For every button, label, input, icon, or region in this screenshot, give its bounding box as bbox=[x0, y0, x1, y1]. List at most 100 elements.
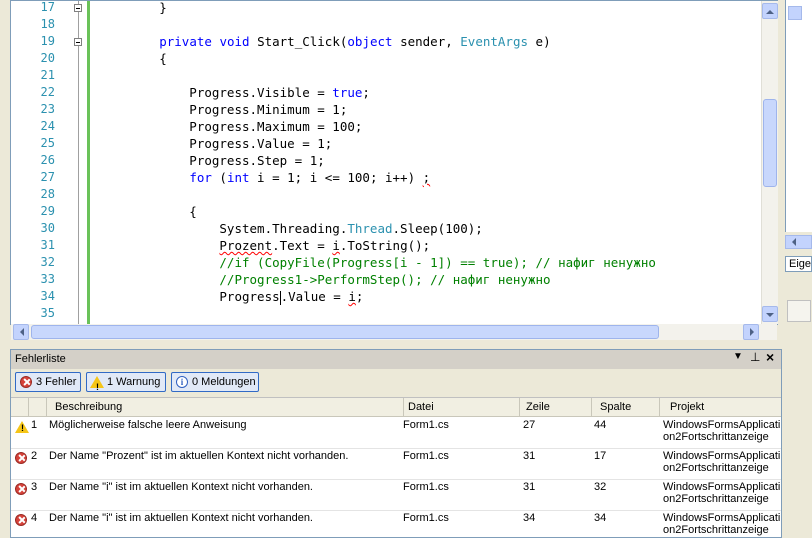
code-token: int bbox=[226, 170, 250, 185]
scroll-right-button[interactable] bbox=[743, 324, 759, 340]
messages-filter-button[interactable]: i 0 Meldungen bbox=[171, 372, 259, 392]
error-row[interactable]: 2 Der Name "Prozent" ist im aktuellen Kon… bbox=[11, 448, 781, 480]
code-token-error: ; bbox=[422, 170, 431, 185]
error-icon bbox=[15, 483, 27, 495]
error-row[interactable]: 3 Der Name "i" ist im aktuellen Kontext n… bbox=[11, 479, 781, 511]
errors-filter-label: 3 Fehler bbox=[36, 376, 77, 388]
code-line[interactable]: //Progress1->PerformStep(); // нафиг нен… bbox=[99, 271, 551, 288]
code-token: //Progress1->PerformStep(); // нафиг нен… bbox=[99, 272, 551, 287]
error-file: Form1.cs bbox=[403, 481, 449, 493]
error-project-cont: on2Fortschrittanzeige bbox=[663, 493, 769, 505]
code-line[interactable]: { bbox=[99, 50, 167, 67]
header-file[interactable]: Datei bbox=[404, 398, 520, 416]
warnings-filter-button[interactable]: ! 1 Warnung bbox=[86, 372, 166, 392]
arrow-left-icon bbox=[788, 238, 796, 246]
error-description: Möglicherweise falsche leere Anweisung bbox=[49, 419, 247, 431]
code-token: { bbox=[99, 51, 167, 66]
code-token: .Sleep(100); bbox=[392, 221, 483, 236]
code-line[interactable]: { bbox=[99, 203, 197, 220]
scroll-down-button[interactable] bbox=[762, 306, 778, 322]
error-column: 44 bbox=[594, 419, 607, 431]
vertical-scrollbar[interactable] bbox=[761, 1, 778, 324]
horizontal-scrollbar[interactable] bbox=[11, 324, 777, 340]
scroll-thumb[interactable] bbox=[763, 99, 777, 187]
scroll-left-button[interactable] bbox=[13, 324, 29, 340]
code-line[interactable]: Progress.Maximum = 100; bbox=[99, 118, 362, 135]
code-line[interactable]: Prozent.Text = i.ToString(); bbox=[99, 237, 430, 254]
code-line[interactable]: } bbox=[99, 0, 167, 16]
close-icon[interactable]: × bbox=[766, 349, 774, 365]
collapse-toggle-icon[interactable] bbox=[74, 4, 82, 12]
right-tool-panel: Eiger bbox=[785, 0, 812, 538]
pin-icon[interactable]: ⊥ bbox=[750, 350, 760, 364]
code-line[interactable]: for (int i = 1; i <= 100; i++) ; bbox=[99, 169, 430, 186]
properties-toolbar-button[interactable] bbox=[787, 300, 811, 322]
code-line[interactable]: private void Start_Click(object sender, … bbox=[99, 33, 550, 50]
code-token: Progress.Value = 1; bbox=[99, 136, 333, 151]
error-project-cont: on2Fortschrittanzeige bbox=[663, 431, 769, 443]
warning-icon: ! bbox=[90, 376, 104, 392]
code-token: sender, bbox=[392, 34, 461, 49]
header-project[interactable]: Projekt bbox=[660, 398, 781, 416]
code-token: .ToString(); bbox=[339, 238, 431, 253]
error-row[interactable]: 4 Der Name "i" ist im aktuellen Kontext n… bbox=[11, 510, 781, 537]
code-line[interactable]: Progress.Value = i; bbox=[99, 288, 363, 305]
scroll-up-button[interactable] bbox=[762, 3, 778, 19]
error-icon bbox=[20, 376, 32, 388]
code-editor[interactable]: 17 18 19 20 21 22 23 24 25 26 27 28 29 30 31 32 33 34 35 }… bbox=[10, 0, 778, 340]
code-line[interactable]: Progress.Visible = true; bbox=[99, 84, 370, 101]
panel-menu-icon[interactable]: ▼ bbox=[733, 351, 743, 362]
code-token: void bbox=[219, 34, 250, 49]
code-token: EventArgs bbox=[460, 34, 529, 49]
error-description: Der Name "i" ist im aktuellen Kontext ni… bbox=[49, 512, 313, 524]
code-line[interactable]: Progress.Value = 1; bbox=[99, 135, 332, 152]
code-line[interactable]: Progress.Step = 1; bbox=[99, 152, 325, 169]
error-row[interactable]: ! 1 Möglicherweise falsche leere Anweisung… bbox=[11, 417, 781, 449]
error-number: 4 bbox=[31, 512, 38, 524]
hscroll-thumb[interactable] bbox=[31, 325, 659, 339]
code-token: Thread bbox=[347, 221, 393, 236]
code-line[interactable]: //if (CopyFile(Progress[i - 1]) == true)… bbox=[99, 254, 656, 271]
code-token: private bbox=[159, 34, 212, 49]
error-project: WindowsFormsApplicati bbox=[663, 512, 781, 524]
header-column[interactable]: Spalte bbox=[592, 398, 660, 416]
code-token: } bbox=[99, 0, 167, 15]
code-token: Progress.Minimum = 1; bbox=[99, 102, 348, 117]
code-token: Progress.Visible = bbox=[99, 85, 333, 100]
code-token: Progress bbox=[99, 289, 280, 304]
error-icon bbox=[15, 452, 27, 464]
error-list-panel: Fehlerliste ▼ ⊥ × 3 Fehler ! 1 Warnung i… bbox=[10, 349, 782, 538]
errors-filter-button[interactable]: 3 Fehler bbox=[15, 372, 81, 392]
code-line[interactable]: System.Threading.Thread.Sleep(100); bbox=[99, 220, 483, 237]
error-list-titlebar: Fehlerliste ▼ ⊥ × bbox=[11, 349, 781, 369]
collapse-toggle-icon[interactable] bbox=[74, 38, 82, 46]
header-line[interactable]: Zeile bbox=[520, 398, 592, 416]
code-token: ; bbox=[355, 289, 364, 304]
header-description[interactable]: Beschreibung bbox=[47, 398, 404, 416]
error-column: 17 bbox=[594, 450, 607, 462]
properties-tab[interactable]: Eiger bbox=[785, 256, 812, 272]
code-token: Progress.Step = 1; bbox=[99, 153, 325, 168]
header-num-col[interactable] bbox=[29, 398, 47, 416]
error-description: Der Name "Prozent" ist im aktuellen Kont… bbox=[49, 450, 349, 462]
error-number: 3 bbox=[31, 481, 38, 493]
code-token: //if (CopyFile(Progress[i - 1]) == true)… bbox=[99, 255, 656, 270]
error-project: WindowsFormsApplicati bbox=[663, 450, 781, 462]
code-lines[interactable]: } private void Start_Click(object sender… bbox=[11, 0, 761, 324]
error-icon bbox=[15, 514, 27, 526]
error-number: 2 bbox=[31, 450, 38, 462]
error-list-header: Beschreibung Datei Zeile Spalte Projekt bbox=[11, 398, 781, 417]
warning-icon: ! bbox=[15, 421, 29, 433]
code-token: Progress.Maximum = 100; bbox=[99, 119, 363, 134]
code-line[interactable]: Progress.Minimum = 1; bbox=[99, 101, 347, 118]
side-scroll-up-button[interactable] bbox=[788, 6, 802, 20]
arrow-left-icon bbox=[16, 328, 24, 336]
side-scroll-button[interactable] bbox=[785, 235, 812, 249]
arrow-up-icon bbox=[766, 6, 774, 14]
code-token: object bbox=[347, 34, 393, 49]
header-icon-col[interactable] bbox=[11, 398, 29, 416]
error-line: 34 bbox=[523, 512, 536, 524]
error-project: WindowsFormsApplicati bbox=[663, 419, 781, 431]
